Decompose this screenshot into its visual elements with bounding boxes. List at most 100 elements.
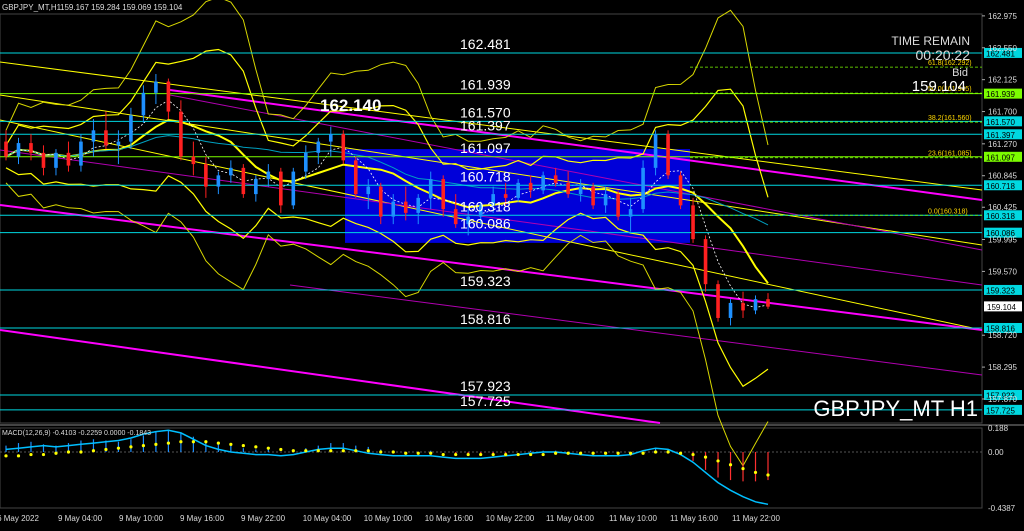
outer-upper-band-line (5, 0, 769, 146)
macd-signal-dot (329, 449, 333, 453)
macd-plot-frame (0, 427, 983, 509)
candle[interactable] (653, 134, 658, 168)
time-tick-label: 10 May 22:00 (486, 514, 535, 523)
candle[interactable] (728, 302, 733, 318)
candle[interactable] (641, 167, 645, 210)
candle[interactable] (166, 81, 171, 112)
channel-line-magenta-bottom[interactable] (0, 329, 661, 424)
macd-signal-dot (591, 451, 595, 455)
candle[interactable] (591, 186, 595, 206)
candle[interactable] (191, 156, 196, 165)
level-label: 161.097 (460, 140, 511, 156)
candle[interactable] (291, 171, 296, 206)
candle[interactable] (141, 92, 146, 116)
macd-signal-dot (229, 442, 233, 446)
level-label: 157.923 (460, 378, 511, 394)
candle[interactable] (566, 182, 570, 195)
candle[interactable] (79, 141, 83, 166)
level-price-tag-text: 161.097 (986, 153, 1015, 162)
candle[interactable] (154, 81, 158, 93)
time-remain-label: TIME REMAIN (891, 34, 970, 48)
candle[interactable] (116, 141, 121, 146)
candle[interactable] (766, 299, 770, 307)
candle[interactable] (553, 175, 558, 183)
price-tick-label: 162.550 (988, 44, 1017, 53)
level-label: 159.323 (460, 273, 511, 289)
macd-signal-dot (391, 450, 395, 454)
candle[interactable] (353, 160, 358, 195)
candle[interactable] (254, 179, 258, 195)
macd-signal-dot (441, 452, 445, 457)
macd-signal-dot (529, 452, 533, 457)
candle[interactable] (328, 134, 333, 142)
macd-signal-dot (29, 452, 33, 457)
candle[interactable] (179, 111, 183, 157)
candle[interactable] (129, 115, 133, 142)
macd-signal-dot (204, 440, 208, 444)
chart-canvas[interactable]: 162.481 161.939 161.570 161.397 161.097 160.7… (0, 0, 1024, 527)
candle[interactable] (666, 134, 670, 176)
macd-signal-dot (491, 452, 495, 457)
macd-signal-dot (554, 451, 558, 455)
macd-signal-dot (104, 447, 108, 452)
candle[interactable] (616, 194, 620, 217)
candle[interactable] (378, 186, 383, 217)
macd-signal-dot (691, 452, 695, 457)
time-tick-label: 11 May 04:00 (546, 514, 594, 523)
candle[interactable] (241, 167, 246, 195)
macd-tick-label: -0.4387 (988, 504, 1016, 513)
macd-signal-dot (379, 450, 383, 454)
candle[interactable] (753, 299, 758, 311)
macd-signal-dot (304, 449, 308, 453)
level-price-tag-text: 157.725 (986, 406, 1015, 415)
candle[interactable] (204, 164, 208, 187)
channel-line-magenta-thin-2[interactable] (289, 284, 983, 376)
time-tick-label: 6 May 2022 (0, 514, 39, 523)
level-label: 157.725 (460, 393, 511, 409)
price-tick-label: 161.270 (988, 140, 1017, 149)
candle[interactable] (4, 141, 8, 157)
candle[interactable] (441, 179, 446, 210)
candle[interactable] (403, 201, 408, 213)
candle[interactable] (703, 239, 708, 285)
candle[interactable] (366, 186, 371, 195)
candle[interactable] (66, 152, 71, 166)
time-tick-label: 9 May 16:00 (180, 514, 225, 523)
macd-signal-dot (116, 446, 121, 450)
level-label: 160.318 (460, 198, 511, 214)
candle[interactable] (316, 141, 321, 153)
candle[interactable] (41, 152, 46, 168)
candle[interactable] (91, 130, 96, 142)
candle[interactable] (266, 171, 271, 180)
candle[interactable] (54, 152, 58, 168)
candle[interactable] (304, 152, 308, 172)
macd-line (5, 429, 769, 506)
candle[interactable] (541, 175, 545, 191)
macd-signal-dot (166, 441, 170, 445)
candle[interactable] (229, 167, 233, 176)
candle[interactable] (578, 186, 583, 195)
fib-level-label: 0.0(160.318) (928, 208, 968, 215)
candle[interactable] (391, 201, 396, 217)
candle[interactable] (516, 182, 520, 198)
candle[interactable] (216, 175, 221, 187)
candle[interactable] (279, 171, 283, 206)
macd-signal-dot (129, 445, 133, 449)
candle[interactable] (416, 197, 421, 213)
candle[interactable] (341, 134, 346, 161)
candle[interactable] (628, 209, 633, 217)
candle[interactable] (428, 179, 433, 198)
candle[interactable] (453, 209, 458, 225)
macd-signal-dot (354, 449, 358, 453)
candle[interactable] (603, 194, 608, 206)
candle[interactable] (528, 182, 533, 191)
candle[interactable] (104, 130, 108, 146)
candle[interactable] (678, 175, 683, 206)
candle[interactable] (16, 143, 21, 157)
candle[interactable] (716, 284, 720, 318)
macd-signal-dot (141, 444, 146, 448)
candle[interactable] (741, 302, 745, 311)
candle[interactable] (691, 205, 695, 240)
trading-chart[interactable]: 162.481 161.939 161.570 161.397 161.097 160.7… (0, 0, 1024, 527)
candle[interactable] (29, 143, 33, 153)
